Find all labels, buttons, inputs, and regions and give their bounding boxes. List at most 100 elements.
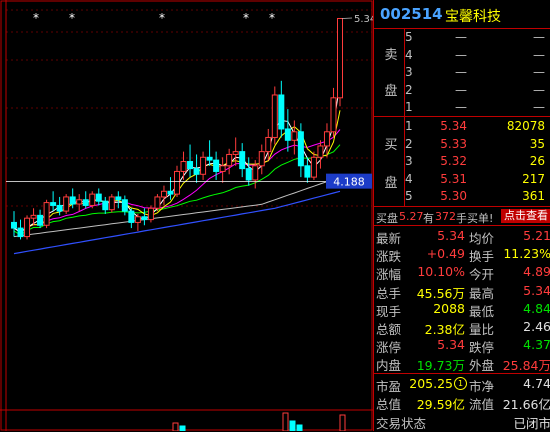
view-orders-button[interactable]: 点击查看 <box>501 209 550 223</box>
volume-bar <box>180 426 185 431</box>
candle-body <box>83 200 88 206</box>
event-star-icon: * <box>159 11 165 25</box>
candle-body <box>161 191 166 197</box>
candle-body <box>12 222 17 228</box>
level: 2 <box>405 83 413 97</box>
order-summary: 买盘 5.27 有 372 手买单! 点击查看 <box>374 207 550 225</box>
level: 1 <box>405 100 413 114</box>
candle-body <box>246 169 251 180</box>
volume-bar <box>297 425 302 431</box>
volume: — <box>533 65 545 79</box>
quote-label: 内盘 <box>376 355 401 374</box>
quote-value: 4.89 <box>523 264 550 279</box>
candle-body <box>207 157 212 160</box>
sell-label-2: 盘 <box>382 80 400 99</box>
sell-label: 卖 <box>382 44 400 63</box>
candle-body <box>311 157 316 177</box>
stock-header: 002514 宝馨科技 <box>374 0 550 28</box>
quote-label: 均价 <box>469 228 494 247</box>
fund-value: 205.25 <box>409 376 453 391</box>
candle-body <box>175 171 180 194</box>
candle-body <box>25 218 30 236</box>
buy-label-2: 盘 <box>382 172 400 191</box>
candle-body <box>305 166 310 177</box>
fund-value: 已闭市 <box>513 413 550 432</box>
event-star-icon: * <box>33 11 39 25</box>
level: 2 <box>405 137 413 151</box>
fundamental-row: 市盈205.251市净4.74 <box>374 375 550 392</box>
sell-row[interactable]: 3—— <box>404 64 550 82</box>
quote-value: 10.10% <box>417 264 465 279</box>
chart-frame <box>1 1 372 430</box>
quote-value: 4.37 <box>523 337 550 352</box>
candle-body <box>51 203 56 206</box>
fundamental-row: 交易状态已闭市 <box>374 412 550 429</box>
candle-body <box>90 194 95 205</box>
sell-row[interactable]: 2—— <box>404 82 550 100</box>
candle-body <box>44 203 49 226</box>
volume: 35 <box>530 137 545 151</box>
candle-body <box>240 152 245 169</box>
kline-chart[interactable]: 4.1885.34***** <box>0 0 373 431</box>
volume: — <box>533 100 545 114</box>
quote-row: 涨跌+0.49换手11.23% <box>374 245 550 262</box>
candle-body <box>194 169 199 175</box>
candle-body <box>64 197 69 211</box>
buy-row[interactable]: 55.30361 <box>404 188 550 206</box>
volume-bar <box>340 415 345 431</box>
price-tag: 4.188 <box>333 176 365 189</box>
candle-body <box>142 217 147 220</box>
sell-row[interactable]: 5—— <box>404 29 550 47</box>
buy-row[interactable]: 35.3226 <box>404 153 550 171</box>
candle-body <box>266 137 271 151</box>
candle-body <box>279 95 284 129</box>
level: 5 <box>405 30 413 44</box>
candle-body <box>168 191 173 194</box>
candle-body <box>77 200 82 204</box>
buy-row[interactable]: 25.3335 <box>404 136 550 154</box>
quote-label: 外盘 <box>469 355 494 374</box>
price: — <box>455 65 467 79</box>
quote-label: 量比 <box>469 319 494 338</box>
buy-label: 买 <box>382 134 400 153</box>
ma250-line <box>14 191 340 253</box>
buy-row[interactable]: 45.31217 <box>404 171 550 189</box>
candle-body <box>331 98 336 132</box>
candle-body <box>220 166 225 172</box>
candle-body <box>103 201 108 209</box>
quote-panel: 002514 宝馨科技 卖 盘 5——4——3——2——1—— 买 盘 15.3… <box>373 0 550 431</box>
candle-body <box>259 152 264 166</box>
volume: 361 <box>522 189 545 203</box>
candle-body <box>18 228 23 236</box>
candle-body <box>285 129 290 140</box>
sell-row[interactable]: 1 — — <box>404 99 550 117</box>
candle-body <box>70 197 75 204</box>
event-star-icon: * <box>243 11 249 25</box>
candle-body <box>135 217 140 223</box>
price: — <box>455 100 467 114</box>
volume: — <box>533 30 545 44</box>
volume-bar <box>290 421 295 431</box>
sell-row[interactable]: 4—— <box>404 47 550 65</box>
level: 5 <box>405 189 413 203</box>
candle-body <box>122 200 127 211</box>
info-badge-icon[interactable]: 1 <box>454 377 467 390</box>
quote-row: 总额2.38亿量比2.46 <box>374 318 550 335</box>
buy-row[interactable]: 15.3482078 <box>404 118 550 136</box>
candle-body <box>227 154 232 165</box>
fund-label: 总值 <box>376 394 401 413</box>
candle-body <box>129 211 134 222</box>
volume: 217 <box>522 172 545 186</box>
candle-body <box>292 132 297 140</box>
fund-label: 市盈 <box>376 376 401 395</box>
quote-value: 5.21 <box>523 228 550 243</box>
candle-body <box>109 197 114 210</box>
quote-label: 换手 <box>469 246 494 265</box>
event-star-icon: * <box>69 11 75 25</box>
candle-body <box>116 197 121 200</box>
quote-row: 涨停5.34跌停4.37 <box>374 336 550 353</box>
quote-value: 2.46 <box>523 319 550 334</box>
candle-body <box>181 162 186 172</box>
price: 5.32 <box>440 154 467 168</box>
level: 4 <box>405 172 413 186</box>
